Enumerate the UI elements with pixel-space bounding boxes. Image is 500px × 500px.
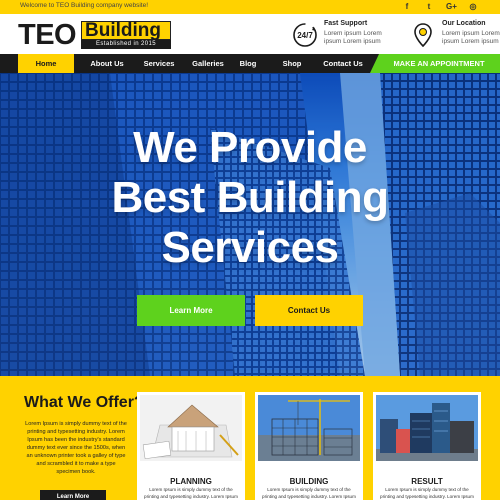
offer-section: What We Offer? Lorem Ipsum is simply dum… [0, 376, 500, 500]
nav-galleries[interactable]: Galleries [186, 54, 230, 73]
location-title: Our Location [442, 20, 486, 27]
support-title: Fast Support [324, 20, 368, 27]
support-line-2: ipsum Lorem ipsum [324, 38, 381, 45]
google-plus-icon[interactable]: G+ [446, 1, 457, 13]
twitter-icon[interactable]: t [424, 1, 434, 13]
hero-learn-more-button[interactable]: Learn More [137, 295, 245, 326]
support-badge: 24/7 [297, 31, 313, 40]
hero-banner: We Provide Best Building Services Learn … [0, 73, 500, 376]
result-image [376, 395, 478, 461]
social-links: f t G+ ◎ [402, 1, 478, 13]
logo-teo: TEO [18, 19, 77, 51]
support-line-1: Lorem ipsum Lorem [324, 30, 382, 37]
building-text: Lorem Ipsum is simply dummy text of the … [262, 487, 356, 499]
hero-title-line-3: Services [161, 223, 339, 272]
logo-building: Building [85, 20, 161, 41]
nav-shop[interactable]: Shop [274, 54, 310, 73]
hero-title-line-2: Best Building [111, 173, 389, 222]
planning-image [140, 395, 242, 461]
offer-heading: What We Offer? [24, 394, 144, 411]
facebook-icon[interactable]: f [402, 1, 412, 13]
main-nav: Home About Us Services Galleries Blog Sh… [0, 54, 500, 73]
welcome-text: Welcome to TEO Building company website! [20, 2, 149, 9]
nav-home[interactable]: Home [18, 54, 74, 73]
service-card-planning[interactable]: PLANNING Lorem Ipsum is simply dummy tex… [137, 392, 245, 500]
nav-contact-us[interactable]: Contact Us [316, 54, 370, 73]
logo-building-box: Building [81, 20, 171, 41]
building-image [258, 395, 360, 461]
offer-learn-more-button[interactable]: Learn More [40, 490, 106, 500]
nav-services[interactable]: Services [136, 54, 182, 73]
offer-description: Lorem Ipsum is simply dummy text of the … [25, 421, 127, 475]
instagram-icon[interactable]: ◎ [468, 1, 478, 13]
result-title: RESULT [411, 477, 443, 486]
24-7-icon: 24/7 [293, 23, 317, 47]
nav-about-us[interactable]: About Us [82, 54, 132, 73]
planning-text: Lorem Ipsum is simply dummy text of the … [144, 487, 238, 499]
planning-title: PLANNING [170, 477, 212, 486]
result-text: Lorem Ipsum is simply dummy text of the … [380, 487, 474, 499]
location-line-1: Lorem ipsum Lorem [442, 30, 500, 37]
location-line-2: ipsum Lorem ipsum [442, 38, 499, 45]
service-card-result[interactable]: RESULT Lorem Ipsum is simply dummy text … [373, 392, 481, 500]
building-title: BUILDING [289, 477, 329, 486]
top-bar: Welcome to TEO Building company website!… [0, 0, 500, 14]
site-header: TEO Building Established in 2015 24/7 Fa… [0, 14, 500, 54]
hero-title-line-1: We Provide [133, 123, 367, 172]
map-pin-icon [414, 23, 432, 48]
make-appointment-button[interactable]: MAKE AN APPOINTMENT [370, 54, 500, 73]
logo-established: Established in 2015 [81, 40, 171, 49]
service-card-building[interactable]: BUILDING Lorem Ipsum is simply dummy tex… [255, 392, 363, 500]
hero-contact-us-button[interactable]: Contact Us [255, 295, 363, 326]
nav-blog[interactable]: Blog [232, 54, 264, 73]
